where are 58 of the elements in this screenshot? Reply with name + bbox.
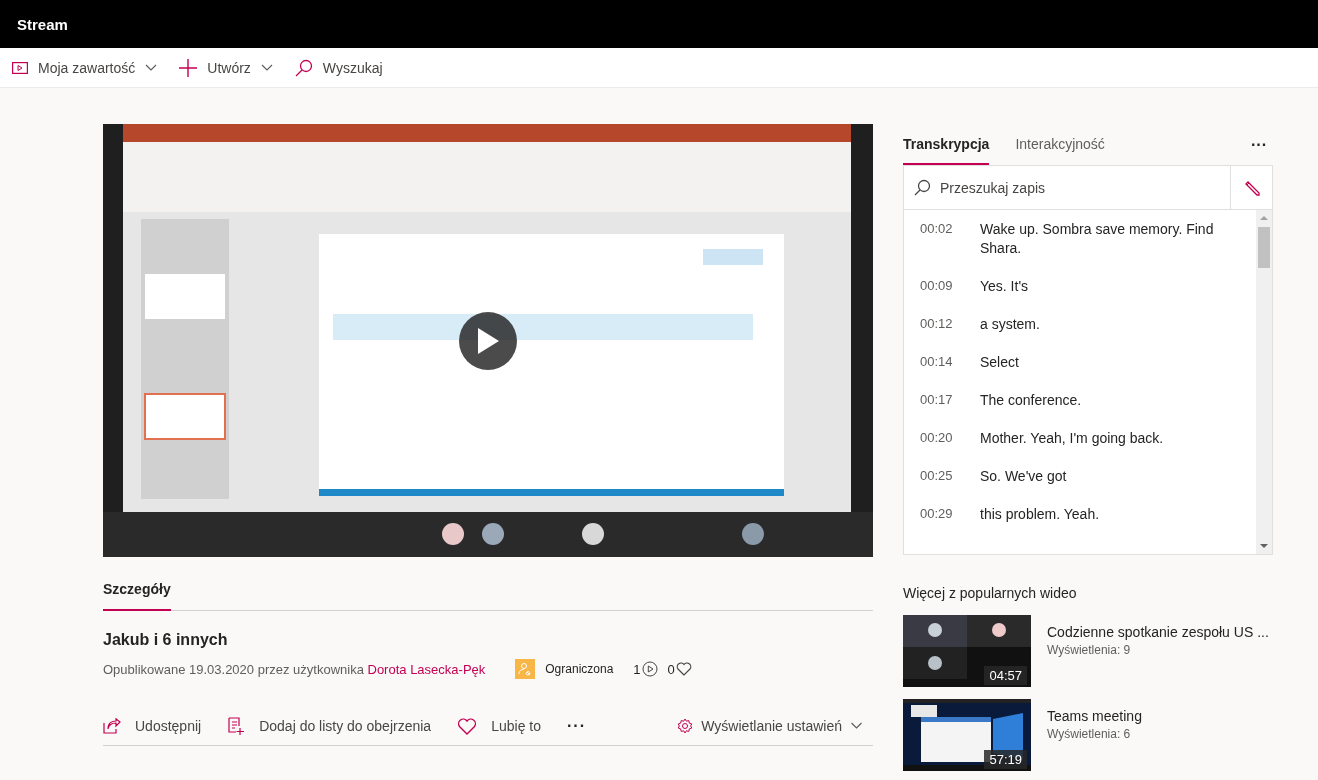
- published-text: Opublikowane 19.03.2020 przez użytkownika Dorota Lasecka-Pęk: [103, 661, 486, 677]
- panel-tab[interactable]: Interakcyjność: [1015, 124, 1105, 165]
- timestamp[interactable]: 00:09: [920, 277, 980, 296]
- transcript-text: a system.: [980, 315, 1041, 334]
- transcript-text: The conference.: [980, 391, 1083, 410]
- chevron-down-icon: [145, 63, 158, 72]
- nav-menu-button[interactable]: Moja zawartość: [12, 59, 158, 76]
- permission-label: Ograniczona: [545, 662, 614, 676]
- video-link[interactable]: Teams meeting: [1047, 708, 1142, 724]
- view-count: Wyświetlenia: 6: [1047, 727, 1132, 741]
- more-button[interactable]: ···: [567, 717, 586, 735]
- nav-search-button[interactable]: Wyszukaj: [294, 58, 383, 77]
- section-heading: Więcej z popularnych wideo: [903, 585, 1078, 601]
- share-button[interactable]: Udostępnij: [103, 718, 202, 734]
- share-icon: [103, 718, 121, 734]
- play-icon: [476, 327, 500, 355]
- video-icon: [12, 61, 28, 74]
- timestamp[interactable]: 00:20: [920, 429, 980, 448]
- like-button[interactable]: Lubię to: [457, 717, 541, 735]
- nav-menu-button[interactable]: Utwórz: [179, 58, 273, 77]
- heart-icon: [675, 662, 692, 676]
- play-circle-icon: [641, 661, 658, 677]
- timestamp[interactable]: 00:12: [920, 315, 980, 334]
- more-button[interactable]: ···: [1251, 135, 1267, 154]
- transcript-text: So. We've got: [980, 467, 1068, 486]
- heart-icon: [457, 717, 478, 735]
- transcript-text: this problem. Yeah.: [980, 505, 1101, 524]
- app-title: Stream: [17, 15, 68, 33]
- transcript-text: Wake up. Sombra save memory. Find Shara.: [980, 220, 1215, 258]
- list-add-icon: [227, 717, 246, 735]
- video-link[interactable]: Codzienne spotkanie zespołu US ...: [1047, 624, 1269, 640]
- duration-badge: 57:19: [984, 750, 1027, 769]
- chevron-down-icon: [260, 63, 273, 72]
- view-settings-dropdown[interactable]: Wyświetlanie ustawień: [677, 718, 863, 734]
- transcript-search-field[interactable]: Przeszukaj zapis: [938, 178, 1218, 197]
- settings-icon: [677, 718, 694, 734]
- transcript-text: Yes. It's: [980, 277, 1030, 296]
- details-tab[interactable]: Szczegóły: [103, 573, 171, 611]
- chevron-down-icon: [850, 722, 863, 730]
- search-icon: [294, 58, 313, 77]
- view-count: Wyświetlenia: 9: [1047, 643, 1132, 657]
- author-link[interactable]: Dorota Lasecka-Pęk: [367, 661, 486, 677]
- search-icon: [912, 177, 932, 198]
- permission-icon: [515, 659, 536, 679]
- count-text: 1: [633, 661, 641, 677]
- video-title: Jakub i 6 innych: [103, 631, 229, 649]
- transcript-text: Select: [980, 353, 1020, 372]
- count-text: 0: [667, 661, 675, 677]
- plus-icon: [179, 58, 198, 77]
- timestamp[interactable]: 00:17: [920, 391, 980, 410]
- timestamp[interactable]: 00:29: [920, 505, 980, 524]
- timestamp[interactable]: 00:02: [920, 220, 980, 258]
- watchlist-button[interactable]: Dodaj do listy do obejrzenia: [227, 717, 432, 735]
- duration-badge: 04:57: [984, 666, 1027, 685]
- timestamp[interactable]: 00:25: [920, 467, 980, 486]
- scrollbar[interactable]: [1256, 210, 1272, 554]
- timestamp[interactable]: 00:14: [920, 353, 980, 372]
- transcript-text: Mother. Yeah, I'm going back.: [980, 429, 1165, 448]
